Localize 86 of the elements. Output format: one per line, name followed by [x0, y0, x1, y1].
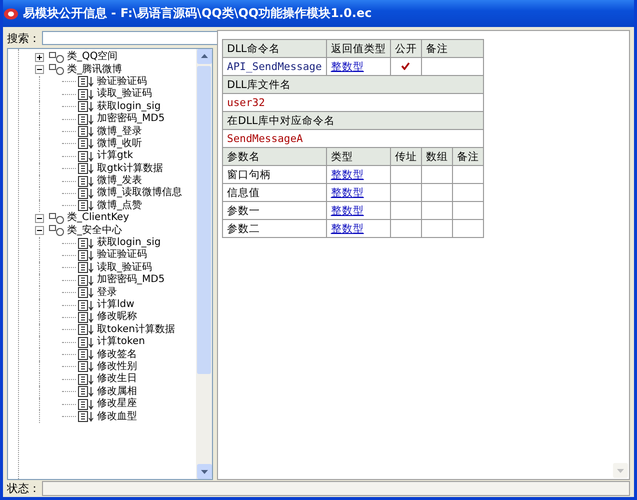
method-icon	[78, 88, 95, 100]
window-title: 易模块公开信息 - F:\易语言源码\QQ类\QQ功能操作模块1.0.ec	[23, 5, 372, 22]
app-icon	[4, 8, 18, 20]
class-icon	[49, 52, 65, 63]
tree-item[interactable]: 类_ClientKey	[67, 212, 130, 224]
method-icon	[78, 250, 95, 261]
method-icon	[78, 114, 95, 125]
expander-icon[interactable]	[35, 214, 44, 223]
table-header: 返回值类型	[326, 40, 390, 58]
search-label: 搜索：	[7, 30, 40, 46]
table-header: 在DLL库中对应命令名	[222, 112, 484, 130]
table-cell: 窗口句柄	[222, 166, 326, 184]
method-icon	[78, 287, 95, 298]
method-icon	[78, 163, 95, 174]
table-cell: 参数一	[222, 202, 326, 220]
method-icon	[78, 176, 95, 187]
tree-item[interactable]: 微博_点赞	[97, 200, 142, 212]
method-icon	[78, 101, 95, 112]
tree-item[interactable]: 获取login_sig	[97, 237, 161, 250]
method-icon	[78, 349, 95, 360]
table-header: DLL命令名	[222, 40, 326, 58]
tree-item[interactable]: 验证验证码	[97, 249, 147, 262]
tree-item[interactable]: 类_QQ空间	[67, 51, 118, 64]
table-header: 类型	[326, 148, 390, 166]
tree-item[interactable]: 验证验证码	[97, 76, 147, 88]
tree-item[interactable]: 取token计算数据	[97, 324, 175, 336]
method-icon	[78, 274, 95, 286]
class-icon	[49, 64, 65, 76]
table-header: 传址	[390, 148, 422, 166]
tree-item[interactable]: 修改生日	[97, 373, 137, 386]
table-cell: 参数二	[222, 220, 326, 238]
method-icon	[78, 188, 95, 199]
method-icon	[78, 411, 95, 422]
method-icon	[78, 312, 95, 323]
scrollbar[interactable]	[196, 49, 212, 479]
tree-item[interactable]: 读取_验证码	[97, 262, 152, 274]
table-cell: 信息值	[222, 184, 326, 202]
tree-item[interactable]: 计算ldw	[97, 299, 134, 311]
expander-icon[interactable]	[35, 65, 44, 74]
method-icon	[78, 150, 95, 162]
table-header: 备注	[421, 40, 484, 58]
method-icon	[78, 200, 95, 212]
method-icon	[78, 300, 95, 310]
method-icon	[78, 76, 95, 88]
method-icon	[78, 398, 95, 410]
tree-item[interactable]: 计算token	[97, 336, 145, 348]
table-header: 备注	[452, 148, 484, 166]
tree-item[interactable]: 修改属相	[97, 386, 137, 398]
expander-icon[interactable]	[35, 226, 44, 236]
method-icon	[78, 374, 95, 385]
tree-item[interactable]: 微博_收听	[97, 138, 142, 150]
tree-item[interactable]: 修改性别	[97, 360, 137, 373]
table-header: 数组	[421, 148, 452, 166]
tree-item[interactable]: 加密密码_MD5	[97, 113, 165, 126]
table-header: 公开	[390, 40, 422, 58]
tree-item[interactable]: 类_安全中心	[67, 224, 122, 237]
class-icon	[49, 225, 65, 236]
scroll-down-icon[interactable]	[196, 464, 212, 479]
tree-item[interactable]: 计算gtk	[97, 150, 134, 162]
tree-item[interactable]: 微博_读取微博信息	[97, 187, 182, 200]
table-header: 参数名	[222, 148, 326, 166]
tree-item[interactable]: 获取login_sig	[97, 100, 161, 113]
method-icon	[78, 336, 95, 348]
method-icon	[78, 361, 95, 372]
class-icon	[49, 212, 65, 224]
table-header: DLL库文件名	[222, 76, 484, 94]
tree-item[interactable]: 修改签名	[97, 348, 137, 361]
tree-item[interactable]: 微博_登录	[97, 126, 142, 138]
method-icon	[78, 238, 95, 249]
method-icon	[78, 138, 95, 150]
status-label: 状态：	[7, 480, 40, 496]
method-icon	[78, 386, 95, 398]
method-icon	[78, 126, 95, 138]
tree-item[interactable]: 读取_验证码	[97, 88, 152, 100]
expander-icon[interactable]	[35, 52, 44, 62]
tree-item[interactable]: 登录	[97, 286, 117, 299]
tree-item[interactable]: 取gtk计算数据	[97, 162, 164, 175]
tree-item[interactable]: 修改血型	[97, 410, 137, 423]
scroll-up-icon[interactable]	[196, 49, 212, 64]
tree-item[interactable]: 修改星座	[97, 398, 137, 410]
method-icon	[78, 324, 95, 336]
method-icon	[78, 262, 95, 274]
tree-item[interactable]: 加密密码_MD5	[97, 274, 165, 286]
tree-item[interactable]: 修改昵称	[97, 311, 137, 324]
tree-item[interactable]: 类_腾讯微博	[67, 64, 122, 76]
tree-item[interactable]: 微博_发表	[97, 175, 142, 188]
